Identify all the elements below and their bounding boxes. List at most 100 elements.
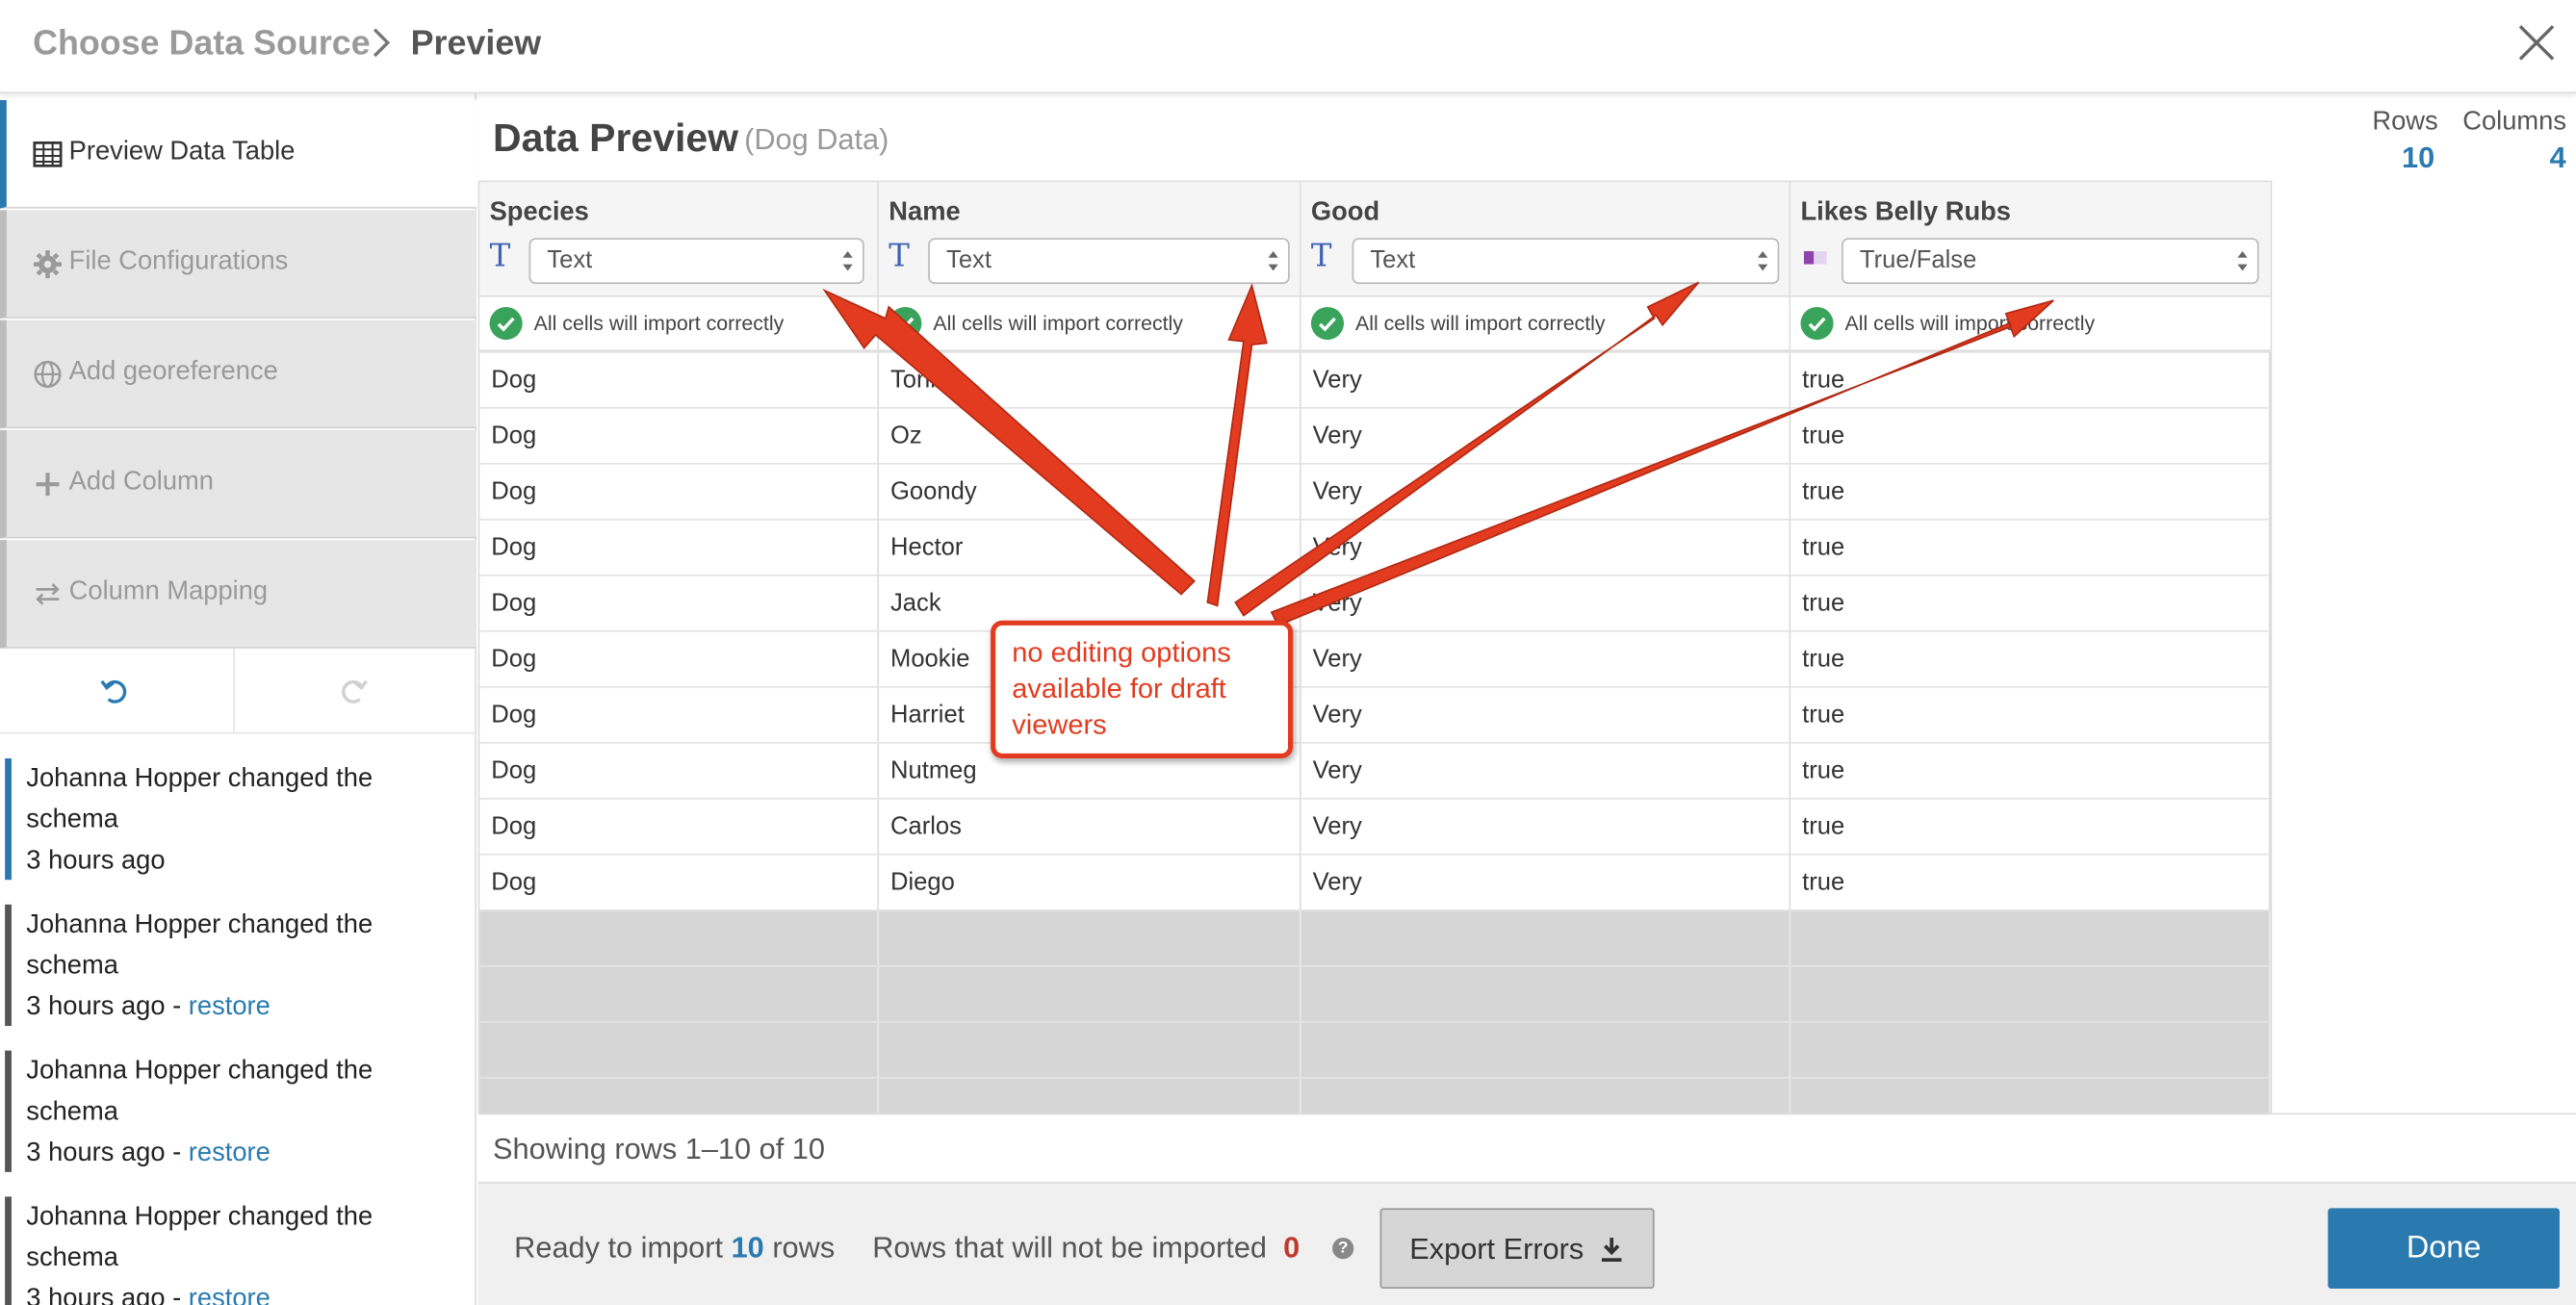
ready-count: 10: [731, 1231, 764, 1265]
history-text: Johanna Hopper changed the schema: [26, 764, 374, 834]
select-arrows-icon: [1268, 250, 1278, 271]
select-arrows-icon: [1758, 250, 1768, 271]
empty-cell: [879, 966, 1301, 1023]
redo-icon: [342, 679, 368, 704]
restore-link[interactable]: restore: [189, 1139, 270, 1167]
dataset-name: (Dog Data): [744, 122, 889, 157]
table-cell: true: [1790, 352, 2271, 409]
gear-icon: [33, 250, 62, 279]
column-type-select[interactable]: Text: [928, 238, 1290, 285]
empty-cell: [879, 910, 1301, 967]
empty-cell: [1790, 910, 2271, 967]
done-button[interactable]: Done: [2328, 1208, 2560, 1289]
empty-cell: [479, 1022, 880, 1079]
text-type-icon: T: [489, 238, 511, 274]
sidebar-item-add-column[interactable]: Add Column: [0, 429, 477, 539]
table-cell: Carlos: [879, 799, 1301, 856]
redo-button[interactable]: [237, 649, 477, 734]
table-cell: Very: [1301, 855, 1791, 911]
table-cell: Dog: [479, 408, 880, 465]
status-text: All cells will import correctly: [1354, 312, 1606, 335]
table-icon: [33, 141, 63, 167]
column-status: All cells will import correctly: [1301, 296, 1791, 353]
table-cell: Dog: [479, 464, 880, 521]
table-cell: Dog: [479, 631, 880, 688]
column-type-select[interactable]: Text: [1352, 238, 1780, 285]
sidebar-item-column-mapping[interactable]: Column Mapping: [0, 540, 477, 649]
sidebar-item-add-georeference[interactable]: Add georeference: [0, 320, 477, 429]
help-icon[interactable]: ?: [1332, 1238, 1354, 1260]
history-time: 3 hours ago: [26, 992, 166, 1021]
rows-label: Rows: [2372, 108, 2438, 137]
sidebar-item-label: Add Column: [68, 468, 214, 497]
history-text: Johanna Hopper changed the schema: [26, 1203, 374, 1272]
select-arrows-icon: [842, 250, 853, 271]
sidebar-item-label: Preview Data Table: [68, 138, 296, 166]
globe-icon: [34, 360, 62, 388]
table-cell: Very: [1301, 743, 1791, 800]
table-cell: true: [1790, 799, 2271, 856]
table-cell: Very: [1301, 799, 1791, 856]
columns-count: 4: [2549, 141, 2566, 174]
page-title: Data Preview: [492, 116, 738, 162]
download-icon: [1601, 1238, 1622, 1262]
column-header-name: Name T Text: [879, 182, 1301, 297]
column-type-value: True/False: [1859, 245, 1977, 274]
rows-count: 10: [2402, 141, 2435, 174]
table-cell: Very: [1301, 687, 1791, 744]
restore-link[interactable]: restore: [189, 1286, 270, 1305]
table-cell: true: [1790, 576, 2271, 632]
history-item: Johanna Hopper changed the schema 3 hour…: [5, 758, 465, 881]
column-type-value: Text: [547, 245, 593, 274]
table-cell: true: [1790, 855, 2271, 911]
columns-label: Columns: [2462, 108, 2566, 137]
column-type-select[interactable]: True/False: [1842, 238, 2259, 285]
column-type-select[interactable]: Text: [528, 238, 864, 285]
not-imported-label: Rows that will not be imported: [872, 1231, 1267, 1265]
sidebar-item-file-configurations[interactable]: File Configurations: [0, 210, 477, 319]
breadcrumb-current-preview: Preview: [410, 24, 542, 63]
history-item: Johanna Hopper changed the schema 3 hour…: [5, 1196, 465, 1305]
undo-redo-bar: [0, 648, 477, 734]
history-text: Johanna Hopper changed the schema: [26, 910, 374, 981]
table-cell: Very: [1301, 352, 1791, 409]
footer-bar: Ready to import 10 rows Rows that will n…: [477, 1182, 2576, 1305]
empty-cell: [479, 1078, 880, 1115]
sidebar-item-preview-data-table[interactable]: Preview Data Table: [0, 100, 477, 209]
empty-cell: [1790, 1022, 2271, 1079]
empty-cell: [1301, 910, 1791, 967]
table-cell: Hector: [879, 520, 1301, 576]
table-cell: true: [1790, 743, 2271, 800]
empty-cell: [1301, 1078, 1791, 1115]
status-text: All cells will import correctly: [533, 312, 785, 335]
check-circle-icon: [1800, 306, 1834, 341]
not-imported-count: 0: [1283, 1231, 1301, 1265]
table-cell: Very: [1301, 464, 1791, 521]
close-icon[interactable]: [2513, 19, 2560, 65]
export-errors-button[interactable]: Export Errors: [1379, 1208, 1655, 1289]
table-cell: Goondy: [879, 464, 1301, 521]
column-status: All cells will import correctly: [879, 296, 1301, 353]
history-time: 3 hours ago: [26, 847, 166, 876]
empty-cell: [479, 966, 880, 1023]
breadcrumb-choose-data-source[interactable]: Choose Data Source: [33, 25, 371, 64]
table-cell: Very: [1301, 408, 1791, 465]
table-cell: Tonks: [879, 352, 1301, 409]
undo-icon: [100, 679, 127, 704]
empty-cell: [879, 1022, 1301, 1079]
plus-icon: [36, 473, 60, 497]
table-cell: Diego: [879, 855, 1301, 911]
table-cell: Oz: [879, 408, 1301, 465]
table-cell: Dog: [479, 576, 880, 632]
check-circle-icon: [1310, 306, 1345, 341]
undo-button[interactable]: [0, 648, 236, 734]
empty-cell: [1301, 966, 1791, 1023]
empty-cell: [1790, 1078, 2271, 1115]
check-circle-icon: [489, 306, 523, 341]
sidebar: Preview Data Table File Configurations A…: [0, 93, 477, 1305]
history-time: 3 hours ago: [26, 1139, 166, 1167]
status-text: All cells will import correctly: [1844, 312, 2096, 335]
restore-link[interactable]: restore: [189, 993, 270, 1021]
table-cell: Very: [1301, 576, 1791, 632]
column-status: All cells will import correctly: [479, 296, 880, 353]
